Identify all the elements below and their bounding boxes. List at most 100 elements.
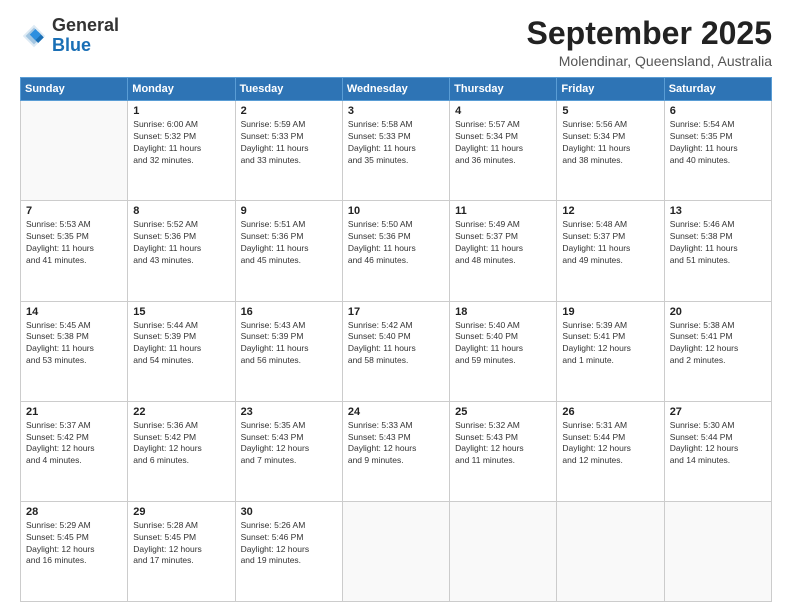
calendar-body: 1 Sunrise: 6:00 AMSunset: 5:32 PMDaylight… bbox=[21, 101, 772, 602]
calendar-cell: 24 Sunrise: 5:33 AMSunset: 5:43 PMDayligh… bbox=[342, 401, 449, 501]
day-info: Sunrise: 5:48 AMSunset: 5:37 PMDaylight:… bbox=[562, 219, 658, 267]
day-header-sunday: Sunday bbox=[21, 78, 128, 101]
calendar-cell: 25 Sunrise: 5:32 AMSunset: 5:43 PMDayligh… bbox=[450, 401, 557, 501]
calendar-cell: 27Sunrise: 5:30 AMSunset: 5:44 PMDayligh… bbox=[664, 401, 771, 501]
day-number: 16 bbox=[241, 306, 337, 318]
day-number: 26 bbox=[562, 406, 658, 418]
calendar-cell: 23 Sunrise: 5:35 AMSunset: 5:43 PMDayligh… bbox=[235, 401, 342, 501]
day-info: Sunrise: 5:26 AMSunset: 5:46 PMDaylight:… bbox=[241, 520, 337, 568]
day-number: 11 bbox=[455, 205, 551, 217]
calendar-cell: 3 Sunrise: 5:58 AMSunset: 5:33 PMDaylight… bbox=[342, 101, 449, 201]
day-info: Sunrise: 5:45 AMSunset: 5:38 PMDaylight:… bbox=[26, 320, 122, 368]
calendar-week-row: 28 Sunrise: 5:29 AMSunset: 5:45 PMDayligh… bbox=[21, 501, 772, 601]
calendar-cell: 19 Sunrise: 5:39 AMSunset: 5:41 PMDayligh… bbox=[557, 301, 664, 401]
day-info: Sunrise: 5:39 AMSunset: 5:41 PMDaylight:… bbox=[562, 320, 658, 368]
calendar-cell: 10 Sunrise: 5:50 AMSunset: 5:36 PMDayligh… bbox=[342, 201, 449, 301]
calendar-week-row: 21 Sunrise: 5:37 AMSunset: 5:42 PMDayligh… bbox=[21, 401, 772, 501]
day-number: 27 bbox=[670, 406, 766, 418]
day-info: Sunrise: 5:59 AMSunset: 5:33 PMDaylight:… bbox=[241, 119, 337, 167]
day-number: 24 bbox=[348, 406, 444, 418]
calendar-cell: 20Sunrise: 5:38 AMSunset: 5:41 PMDayligh… bbox=[664, 301, 771, 401]
day-info: Sunrise: 5:44 AMSunset: 5:39 PMDaylight:… bbox=[133, 320, 229, 368]
day-number: 9 bbox=[241, 205, 337, 217]
day-info: Sunrise: 5:35 AMSunset: 5:43 PMDaylight:… bbox=[241, 420, 337, 468]
day-info: Sunrise: 5:28 AMSunset: 5:45 PMDaylight:… bbox=[133, 520, 229, 568]
day-number: 28 bbox=[26, 506, 122, 518]
calendar-cell: 16 Sunrise: 5:43 AMSunset: 5:39 PMDayligh… bbox=[235, 301, 342, 401]
location-subtitle: Molendinar, Queensland, Australia bbox=[527, 53, 772, 69]
day-number: 14 bbox=[26, 306, 122, 318]
day-number: 5 bbox=[562, 105, 658, 117]
day-info: Sunrise: 5:46 AMSunset: 5:38 PMDaylight:… bbox=[670, 219, 766, 267]
logo: General Blue bbox=[20, 16, 119, 56]
calendar-cell: 7 Sunrise: 5:53 AMSunset: 5:35 PMDaylight… bbox=[21, 201, 128, 301]
day-header-monday: Monday bbox=[128, 78, 235, 101]
day-number: 15 bbox=[133, 306, 229, 318]
day-info: Sunrise: 5:31 AMSunset: 5:44 PMDaylight:… bbox=[562, 420, 658, 468]
day-info: Sunrise: 5:58 AMSunset: 5:33 PMDaylight:… bbox=[348, 119, 444, 167]
day-info: Sunrise: 5:50 AMSunset: 5:36 PMDaylight:… bbox=[348, 219, 444, 267]
day-info: Sunrise: 5:53 AMSunset: 5:35 PMDaylight:… bbox=[26, 219, 122, 267]
day-info: Sunrise: 5:40 AMSunset: 5:40 PMDaylight:… bbox=[455, 320, 551, 368]
calendar-table: SundayMondayTuesdayWednesdayThursdayFrid… bbox=[20, 77, 772, 602]
day-header-wednesday: Wednesday bbox=[342, 78, 449, 101]
month-title: September 2025 bbox=[527, 16, 772, 51]
calendar-cell: 28 Sunrise: 5:29 AMSunset: 5:45 PMDayligh… bbox=[21, 501, 128, 601]
day-info: Sunrise: 5:49 AMSunset: 5:37 PMDaylight:… bbox=[455, 219, 551, 267]
calendar-cell: 2Sunrise: 5:59 AMSunset: 5:33 PMDaylight… bbox=[235, 101, 342, 201]
calendar-cell: 15 Sunrise: 5:44 AMSunset: 5:39 PMDayligh… bbox=[128, 301, 235, 401]
day-number: 22 bbox=[133, 406, 229, 418]
day-number: 10 bbox=[348, 205, 444, 217]
day-info: Sunrise: 5:56 AMSunset: 5:34 PMDaylight:… bbox=[562, 119, 658, 167]
calendar-week-row: 14 Sunrise: 5:45 AMSunset: 5:38 PMDayligh… bbox=[21, 301, 772, 401]
day-number: 20 bbox=[670, 306, 766, 318]
day-info: Sunrise: 5:42 AMSunset: 5:40 PMDaylight:… bbox=[348, 320, 444, 368]
calendar-cell: 11 Sunrise: 5:49 AMSunset: 5:37 PMDayligh… bbox=[450, 201, 557, 301]
calendar-week-row: 7 Sunrise: 5:53 AMSunset: 5:35 PMDaylight… bbox=[21, 201, 772, 301]
day-info: Sunrise: 6:00 AMSunset: 5:32 PMDaylight:… bbox=[133, 119, 229, 167]
day-header-tuesday: Tuesday bbox=[235, 78, 342, 101]
calendar-cell: 18 Sunrise: 5:40 AMSunset: 5:40 PMDayligh… bbox=[450, 301, 557, 401]
day-info: Sunrise: 5:52 AMSunset: 5:36 PMDaylight:… bbox=[133, 219, 229, 267]
day-info: Sunrise: 5:43 AMSunset: 5:39 PMDaylight:… bbox=[241, 320, 337, 368]
day-info: Sunrise: 5:33 AMSunset: 5:43 PMDaylight:… bbox=[348, 420, 444, 468]
calendar-cell bbox=[664, 501, 771, 601]
calendar-cell: 26 Sunrise: 5:31 AMSunset: 5:44 PMDayligh… bbox=[557, 401, 664, 501]
logo-blue-text: Blue bbox=[52, 35, 91, 55]
day-number: 4 bbox=[455, 105, 551, 117]
calendar-week-row: 1 Sunrise: 6:00 AMSunset: 5:32 PMDaylight… bbox=[21, 101, 772, 201]
day-number: 6 bbox=[670, 105, 766, 117]
calendar-cell: 9Sunrise: 5:51 AMSunset: 5:36 PMDaylight… bbox=[235, 201, 342, 301]
day-info: Sunrise: 5:32 AMSunset: 5:43 PMDaylight:… bbox=[455, 420, 551, 468]
day-info: Sunrise: 5:54 AMSunset: 5:35 PMDaylight:… bbox=[670, 119, 766, 167]
day-info: Sunrise: 5:29 AMSunset: 5:45 PMDaylight:… bbox=[26, 520, 122, 568]
day-number: 30 bbox=[241, 506, 337, 518]
day-number: 23 bbox=[241, 406, 337, 418]
day-number: 7 bbox=[26, 205, 122, 217]
calendar-cell: 22Sunrise: 5:36 AMSunset: 5:42 PMDayligh… bbox=[128, 401, 235, 501]
calendar-header-row: SundayMondayTuesdayWednesdayThursdayFrid… bbox=[21, 78, 772, 101]
title-block: September 2025 Molendinar, Queensland, A… bbox=[527, 16, 772, 69]
logo-general-text: General bbox=[52, 15, 119, 35]
day-number: 3 bbox=[348, 105, 444, 117]
day-number: 18 bbox=[455, 306, 551, 318]
day-info: Sunrise: 5:37 AMSunset: 5:42 PMDaylight:… bbox=[26, 420, 122, 468]
page: General Blue September 2025 Molendinar, … bbox=[0, 0, 792, 612]
calendar-cell: 14 Sunrise: 5:45 AMSunset: 5:38 PMDayligh… bbox=[21, 301, 128, 401]
day-number: 19 bbox=[562, 306, 658, 318]
calendar-cell: 30 Sunrise: 5:26 AMSunset: 5:46 PMDayligh… bbox=[235, 501, 342, 601]
calendar-cell: 5 Sunrise: 5:56 AMSunset: 5:34 PMDaylight… bbox=[557, 101, 664, 201]
calendar-cell: 1 Sunrise: 6:00 AMSunset: 5:32 PMDaylight… bbox=[128, 101, 235, 201]
logo-icon bbox=[20, 22, 48, 50]
day-header-saturday: Saturday bbox=[664, 78, 771, 101]
day-number: 21 bbox=[26, 406, 122, 418]
day-header-thursday: Thursday bbox=[450, 78, 557, 101]
calendar-cell: 6 Sunrise: 5:54 AMSunset: 5:35 PMDaylight… bbox=[664, 101, 771, 201]
day-number: 8 bbox=[133, 205, 229, 217]
day-number: 12 bbox=[562, 205, 658, 217]
day-number: 25 bbox=[455, 406, 551, 418]
day-number: 1 bbox=[133, 105, 229, 117]
calendar-cell bbox=[450, 501, 557, 601]
day-info: Sunrise: 5:57 AMSunset: 5:34 PMDaylight:… bbox=[455, 119, 551, 167]
calendar-cell bbox=[342, 501, 449, 601]
